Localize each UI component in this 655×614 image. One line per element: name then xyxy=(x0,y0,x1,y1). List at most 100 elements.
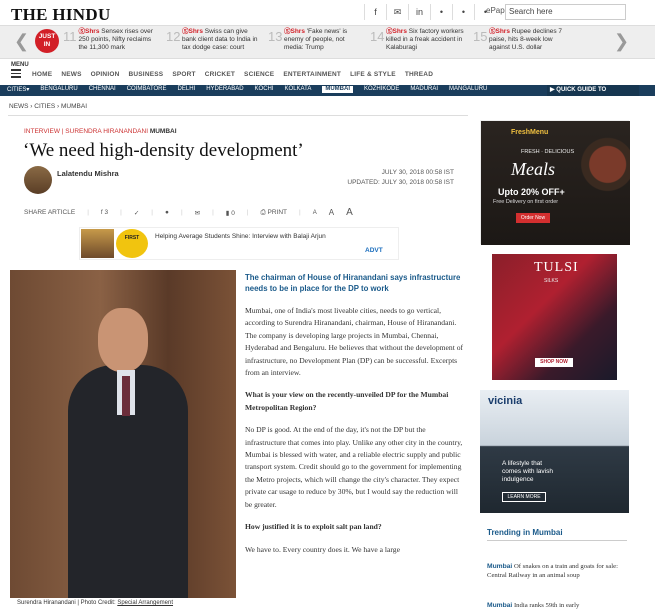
photo-caption: Surendra Hiranandani | Photo Credit: Spe… xyxy=(17,600,174,606)
quick-guide-button[interactable]: ▶ QUICK GUIDE TO xyxy=(547,85,639,96)
ad-headline[interactable]: Helping Average Students Shine: Intervie… xyxy=(155,233,326,240)
photo-credit-link[interactable]: Special Arrangement xyxy=(117,600,173,606)
learn-more-button[interactable]: LEARN MORE xyxy=(502,492,546,502)
question: What is your view on the recently-unveil… xyxy=(245,390,449,412)
share-bar: SHARE ARTICLE | f 3 | ✓ | ● | ✉ | ▮ 0 | … xyxy=(24,207,353,218)
twitter-icon[interactable]: ✓ xyxy=(134,209,139,217)
question: How justified it is to exploit salt pan … xyxy=(245,522,382,532)
ticker-item[interactable]: 12 ⓈShrs Swiss can give bank client data … xyxy=(166,28,261,56)
ticker-item[interactable]: 14 ⓈShrs Six factory workers killed in a … xyxy=(370,28,465,56)
city-item[interactable]: HYDERABAD xyxy=(206,86,243,93)
share-label: SHARE ARTICLE xyxy=(24,209,76,216)
linkedin-icon[interactable]: in xyxy=(408,4,430,20)
city-item[interactable]: COIMBATORE xyxy=(127,86,167,93)
menu-label[interactable]: MENU xyxy=(11,62,29,68)
font-size-medium[interactable]: A xyxy=(329,208,334,217)
vicinia-ad[interactable]: vicinia A lifestyle that comes with lavi… xyxy=(480,390,629,513)
ticker-number: 12 xyxy=(166,29,181,44)
ad-delivery: Free Delivery on first order xyxy=(493,199,559,205)
ad-headline: Meals xyxy=(511,159,555,179)
city-item[interactable]: DELHI xyxy=(178,86,196,93)
site-logo[interactable]: THE HINDU xyxy=(11,5,111,25)
ad-brand: FreshMenu xyxy=(511,129,549,136)
ticker-item[interactable]: 15 ⓈShrs Rupee declines 7 paise, hits 8-w… xyxy=(473,28,568,56)
search-input[interactable]: Search here xyxy=(505,4,626,20)
nav-item[interactable]: BUSINESS xyxy=(128,71,163,78)
chevron-right-icon[interactable]: ❯ xyxy=(614,31,629,52)
paragraph: No DP is good. At the end of the day, it… xyxy=(245,425,463,509)
article-lead: The chairman of House of Hiranandani say… xyxy=(245,273,461,293)
trending-item[interactable]: Mumbai India ranks 59th in early xyxy=(487,601,622,610)
advt-label: ADVT xyxy=(365,247,383,254)
paragraph: We have to. Every country does it. We ha… xyxy=(245,544,400,554)
ticker-number: 14 xyxy=(370,29,385,44)
nav-item[interactable]: ENTERTAINMENT xyxy=(283,71,341,78)
font-size-large[interactable]: A xyxy=(346,207,353,218)
ticker-text: ⓈShrs Swiss can give bank client data to… xyxy=(182,28,258,51)
city-item[interactable]: CHENNAI xyxy=(89,86,116,93)
social-icons: f ✉ in • • • xyxy=(364,4,496,20)
trending-title: Trending in Mumbai xyxy=(487,528,563,537)
chevron-left-icon[interactable]: ❮ xyxy=(14,31,29,52)
nav-item[interactable]: NEWS xyxy=(61,71,81,78)
city-item[interactable]: BENGALURU xyxy=(40,86,77,93)
author-avatar[interactable] xyxy=(24,166,52,194)
just-in-badge: JUST IN xyxy=(35,29,59,53)
nav-item[interactable]: HOME xyxy=(32,71,52,78)
email-icon[interactable]: ✉ xyxy=(195,209,200,217)
email-icon[interactable]: ✉ xyxy=(386,4,408,20)
ad-tagline: A lifestyle that comes with lavish indul… xyxy=(502,460,553,483)
twitter-icon[interactable]: • xyxy=(430,4,452,20)
ticker-item[interactable]: 13 ⓈShrs 'Fake news' is enemy of people, … xyxy=(268,28,363,56)
city-item[interactable]: KOCHI xyxy=(255,86,274,93)
facebook-icon[interactable]: f xyxy=(364,4,386,20)
divider xyxy=(487,540,627,541)
page-title: ‘We need high-density development’ xyxy=(23,140,304,161)
article-body: The chairman of House of Hiranandani say… xyxy=(245,272,467,566)
hamburger-icon[interactable] xyxy=(11,69,21,80)
tulsi-ad[interactable]: TULSI SILKS SHOP NOW xyxy=(492,254,617,380)
font-size-small[interactable]: A xyxy=(313,210,317,216)
ticker-text: ⓈShrs 'Fake news' is enemy of people, no… xyxy=(284,28,348,51)
city-item[interactable]: MADURAI xyxy=(410,86,438,93)
nav-item[interactable]: SPORT xyxy=(172,71,195,78)
ad-image xyxy=(81,229,114,258)
breadcrumb[interactable]: NEWS › CITIES › MUMBAI xyxy=(9,103,87,110)
ad-brand: vicinia xyxy=(488,395,523,407)
ticker-text: ⓈShrs Six factory workers killed in a fr… xyxy=(386,28,464,51)
comment-button[interactable]: ▮ 0 xyxy=(226,209,235,217)
city-item[interactable]: KOZHIKODE xyxy=(364,86,399,93)
ad-brand: TULSI xyxy=(534,260,579,275)
ad-subtitle: SILKS xyxy=(544,278,559,284)
city-item-active[interactable]: MUMBAI xyxy=(322,86,354,93)
trending-item[interactable]: Mumbai Of snakes on a train and goats fo… xyxy=(487,562,622,580)
ticker-text: ⓈShrs Rupee declines 7 paise, hits 8-wee… xyxy=(489,28,562,51)
article-photo xyxy=(10,270,236,598)
print-button[interactable]: ⎙ PRINT xyxy=(261,209,288,217)
city-item[interactable]: KOLKATA xyxy=(285,86,312,93)
nav-item[interactable]: OPINION xyxy=(91,71,120,78)
divider xyxy=(8,115,468,116)
paragraph: Mumbai, one of India's most liveable cit… xyxy=(245,306,464,378)
ticker-text: ⓈShrs Sensex rises over 250 points, Nift… xyxy=(78,28,153,51)
other-icon[interactable]: • xyxy=(452,4,474,20)
nav-item[interactable]: CRICKET xyxy=(205,71,235,78)
ad-offer: Upto 20% OFF+ xyxy=(498,187,565,197)
nav-item[interactable]: LIFE & STYLE xyxy=(350,71,396,78)
ticker-number: 13 xyxy=(268,29,283,44)
nav-item[interactable]: SCIENCE xyxy=(244,71,274,78)
ticker-number: 11 xyxy=(63,29,77,44)
ticker-number: 15 xyxy=(473,29,488,44)
order-now-button[interactable]: Order Now xyxy=(516,213,550,223)
nav-item[interactable]: THREAD xyxy=(405,71,433,78)
facebook-share-button[interactable]: f 3 xyxy=(101,209,108,216)
article-kicker[interactable]: INTERVIEW | SURENDRA HIRANANDANI MUMBAI xyxy=(24,128,177,135)
reddit-icon[interactable]: ● xyxy=(165,209,169,216)
city-item[interactable]: MANGALURU xyxy=(449,86,487,93)
author-name[interactable]: Lalatendu Mishra xyxy=(57,169,119,178)
cities-dropdown[interactable]: CITIES▾ xyxy=(7,86,29,93)
ticker-item[interactable]: 11 ⓈShrs Sensex rises over 250 points, Ni… xyxy=(63,28,158,56)
freshmenu-ad[interactable]: FreshMenu FRESH · DELICIOUS Meals Upto 2… xyxy=(480,120,630,245)
shop-now-button[interactable]: SHOP NOW xyxy=(535,358,573,367)
ad-subtitle: FRESH · DELICIOUS xyxy=(521,149,575,155)
